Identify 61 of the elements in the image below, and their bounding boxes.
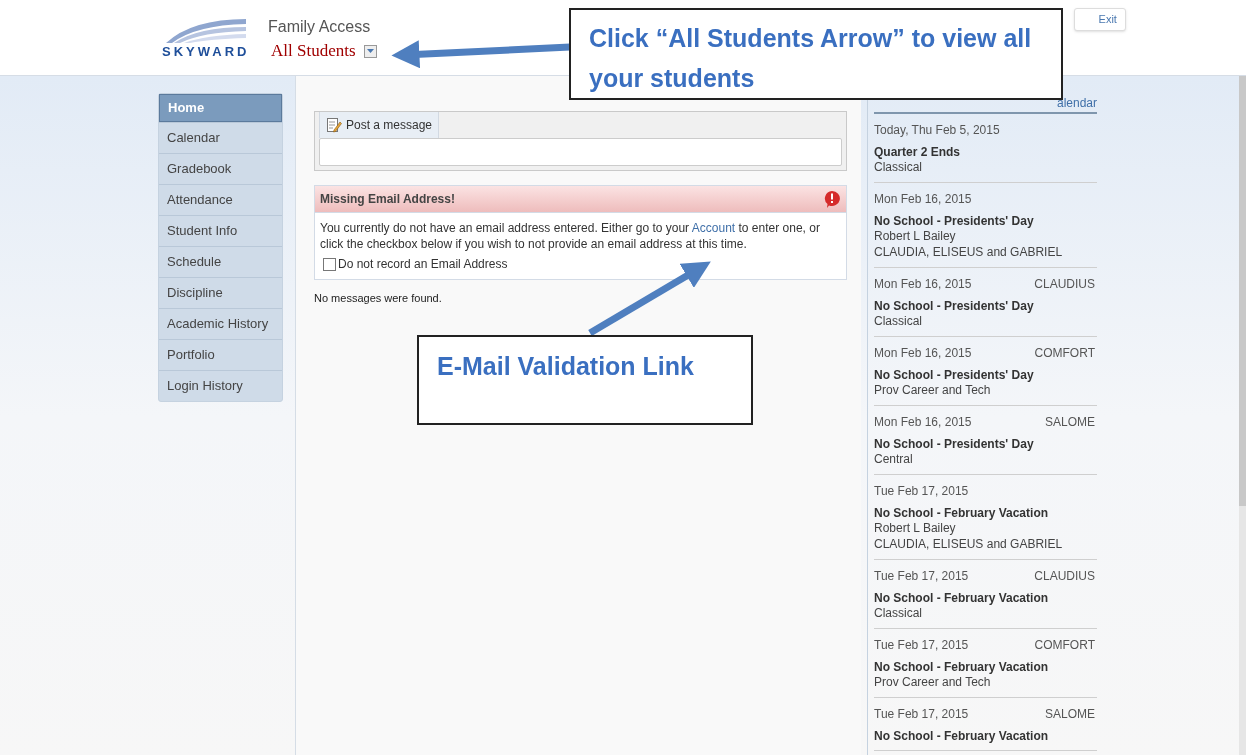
event-student: COMFORT bbox=[1034, 638, 1095, 652]
account-link[interactable]: Account bbox=[691, 221, 736, 235]
event-student: CLAUDIUS bbox=[1034, 277, 1095, 291]
post-message-tab[interactable]: Post a message bbox=[319, 112, 440, 138]
logo-text: SKYWARD bbox=[162, 45, 250, 58]
nav-item[interactable]: Login History bbox=[159, 370, 282, 401]
caret-icon bbox=[366, 48, 374, 54]
event-detail: Robert L Bailey bbox=[874, 228, 957, 244]
event-title: No School - February Vacation bbox=[874, 729, 1050, 743]
event-detail: Classical bbox=[874, 605, 923, 621]
event-date: Tue Feb 17, 2015 bbox=[874, 484, 969, 498]
checkbox-label: Do not record an Email Address bbox=[338, 256, 508, 273]
event-title: No School - Presidents' Day bbox=[874, 299, 1035, 313]
event-title: No School - February Vacation bbox=[874, 506, 1050, 520]
callout-box: E-Mail Validation Link bbox=[417, 335, 753, 425]
event-title: No School - February Vacation bbox=[874, 591, 1050, 605]
nav-item[interactable]: Portfolio bbox=[159, 339, 282, 370]
event-detail: Central bbox=[874, 451, 914, 467]
event-detail: Classical bbox=[874, 313, 923, 329]
app-title: Family Access bbox=[268, 17, 372, 37]
event-detail: CLAUDIA, ELISEUS and GABRIEL bbox=[874, 536, 1064, 552]
event-detail: CLAUDIA, ELISEUS and GABRIEL bbox=[874, 244, 1064, 260]
event-date: Mon Feb 16, 2015 bbox=[874, 277, 972, 291]
event-student: COMFORT bbox=[1034, 346, 1095, 360]
event-title: Quarter 2 Ends bbox=[874, 145, 962, 159]
callout-box: Click “All Students Arrow” to view all your students bbox=[569, 8, 1063, 100]
student-selector[interactable]: All Students bbox=[271, 41, 356, 61]
nav-item[interactable]: Student Info bbox=[159, 215, 282, 246]
nav-item[interactable]: Attendance bbox=[159, 184, 282, 215]
event-date: Mon Feb 16, 2015 bbox=[874, 415, 972, 429]
nav-item[interactable]: Schedule bbox=[159, 246, 282, 277]
no-messages-text: No messages were found. bbox=[314, 291, 443, 306]
event-date: Tue Feb 17, 2015 bbox=[874, 707, 969, 721]
dropdown-button[interactable] bbox=[363, 44, 377, 58]
event-date: Tue Feb 17, 2015 bbox=[874, 638, 969, 652]
notepad-pencil-icon bbox=[326, 117, 342, 133]
event-detail: Prov Career and Tech bbox=[874, 382, 992, 398]
checkbox[interactable] bbox=[323, 257, 336, 271]
event-student: SALOME bbox=[1045, 707, 1095, 721]
nav-item[interactable]: Gradebook bbox=[159, 153, 282, 184]
event-date: Today, Thu Feb 5, 2015 bbox=[874, 123, 1000, 137]
event-detail: Prov Career and Tech bbox=[874, 674, 992, 690]
exclamation-bubble-icon bbox=[823, 190, 841, 208]
nav-item[interactable]: Discipline bbox=[159, 277, 282, 308]
exit-button[interactable]: Exit bbox=[1073, 8, 1126, 31]
event-title: No School - Presidents' Day bbox=[874, 437, 1035, 451]
event-date: Mon Feb 16, 2015 bbox=[874, 346, 972, 360]
nav-item[interactable]: Calendar bbox=[159, 122, 282, 153]
event-title: No School - Presidents' Day bbox=[874, 368, 1035, 382]
alert-message: You currently do not have an email address entered. Either go to your Account to enter one, or click the checkbox below if you wish to not provide an email address at this time. bbox=[320, 220, 820, 252]
event-student: CLAUDIUS bbox=[1034, 569, 1095, 583]
alert-title: Missing Email Address! bbox=[320, 191, 455, 208]
event-detail: Robert L Bailey bbox=[874, 520, 957, 536]
nav-item[interactable]: Academic History bbox=[159, 308, 282, 339]
message-input[interactable] bbox=[319, 138, 842, 166]
event-title: No School - Presidents' Day bbox=[874, 214, 1035, 228]
event-title: No School - February Vacation bbox=[874, 660, 1050, 674]
event-student: SALOME bbox=[1045, 415, 1095, 429]
event-date: Mon Feb 16, 2015 bbox=[874, 192, 972, 206]
event-date: Tue Feb 17, 2015 bbox=[874, 569, 969, 583]
event-detail: Classical bbox=[874, 159, 923, 175]
